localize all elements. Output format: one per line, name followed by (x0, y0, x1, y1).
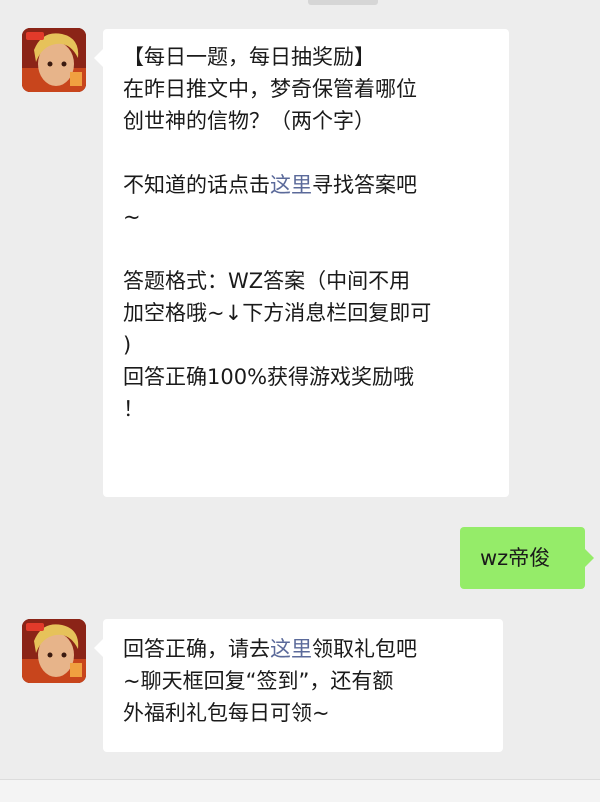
hero-avatar-icon (22, 619, 86, 683)
message-line: 答题格式：WZ答案（中间不用 (123, 269, 411, 293)
hero-avatar-icon (22, 28, 86, 92)
message-line: 不知道的话点击这里寻找答案吧 (123, 169, 493, 201)
user-message-bubble: wz帝俊 (460, 527, 594, 589)
message-line: ！ (123, 397, 144, 421)
message-line: ) (123, 333, 132, 357)
message-line: 创世神的信物？（两个字） (123, 109, 375, 133)
message-line: 在昨日推文中，梦奇保管着哪位 (123, 77, 417, 101)
message-line: 【每日一题，每日抽奖励】 (123, 45, 375, 69)
here-link[interactable]: 这里 (270, 173, 312, 197)
message-line: ~ (123, 205, 141, 229)
user-message-text: wz帝俊 (480, 546, 551, 570)
message-text: 领取礼包吧 (312, 637, 417, 661)
message-line: 回答正确，请去这里领取礼包吧 (123, 633, 487, 665)
top-time-pill (308, 0, 378, 5)
bottom-input-bar (0, 779, 600, 802)
message-line: 加空格哦~↓下方消息栏回复即可 (123, 301, 432, 325)
message-line: ~聊天框回复“签到”，还有额 (123, 669, 394, 693)
bot-message-bubble-quiz: 【每日一题，每日抽奖励】 在昨日推文中，梦奇保管着哪位 创世神的信物？（两个字）… (94, 29, 509, 497)
message-line: 外福利礼包每日可领~ (123, 701, 330, 725)
bot-message-bubble-reward: 回答正确，请去这里领取礼包吧 ~聊天框回复“签到”，还有额 外福利礼包每日可领~ (94, 619, 503, 752)
bot-avatar[interactable] (22, 28, 86, 92)
here-link[interactable]: 这里 (270, 637, 312, 661)
bot-avatar[interactable] (22, 619, 86, 683)
message-text: 不知道的话点击 (123, 173, 270, 197)
message-line: 回答正确100%获得游戏奖励哦 (123, 365, 415, 389)
message-text: 寻找答案吧 (312, 173, 417, 197)
message-text: 回答正确，请去 (123, 637, 270, 661)
